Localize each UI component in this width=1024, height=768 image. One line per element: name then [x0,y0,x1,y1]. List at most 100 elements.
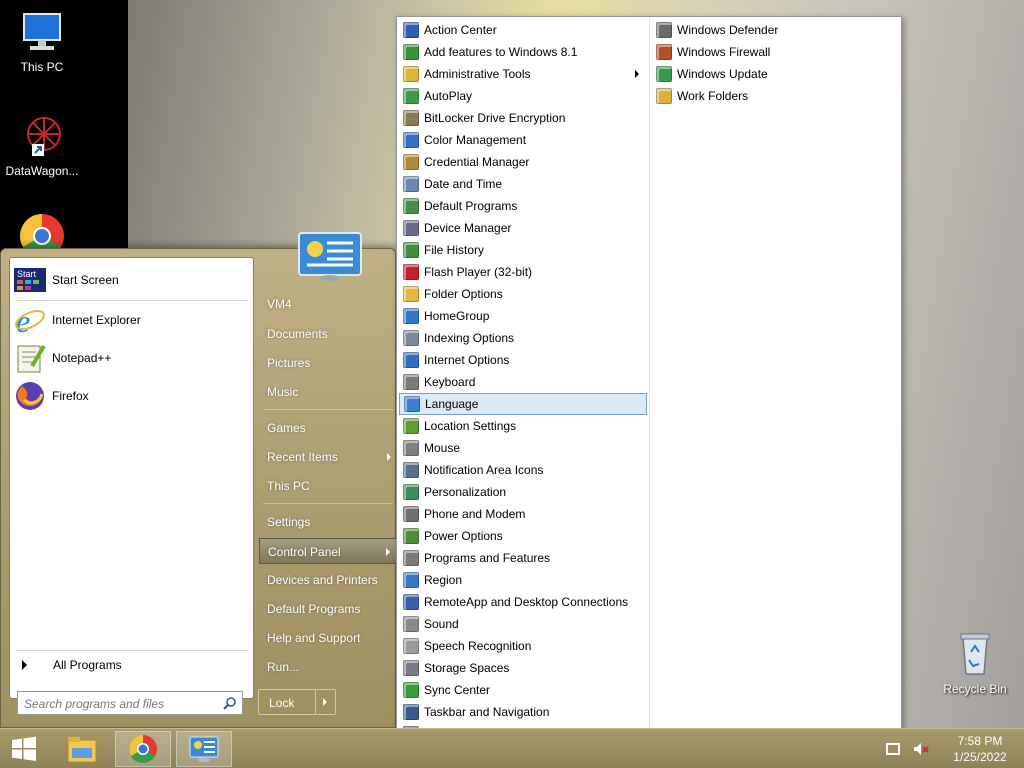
start-right-pictures[interactable]: Pictures [259,350,397,376]
cp-item-bitlocker-drive-encryption[interactable]: BitLocker Drive Encryption [399,107,647,129]
credential-manager-icon [403,154,419,170]
volume-muted-icon[interactable] [912,741,930,757]
cp-item-taskbar-and-navigation[interactable]: Taskbar and Navigation [399,701,647,723]
cp-item-file-history[interactable]: File History [399,239,647,261]
start-right-default-programs[interactable]: Default Programs [259,596,397,622]
cp-item-date-and-time[interactable]: Date and Time [399,173,647,195]
cp-item-default-programs[interactable]: Default Programs [399,195,647,217]
taskbar-file-explorer[interactable] [54,731,110,767]
desktop-icon-this-pc[interactable]: This PC [0,8,84,74]
cp-item-power-options[interactable]: Power Options [399,525,647,547]
right-item-label: Settings [267,515,311,529]
cp-item-credential-manager[interactable]: Credential Manager [399,151,647,173]
cp-item-flash-player-32-bit[interactable]: Flash Player (32-bit) [399,261,647,283]
cp-item-remoteapp-and-desktop-connections[interactable]: RemoteApp and Desktop Connections [399,591,647,613]
keyboard-icon [403,374,419,390]
region-icon [403,572,419,588]
cp-item-mouse[interactable]: Mouse [399,437,647,459]
cp-item-work-folders[interactable]: Work Folders [652,85,898,107]
search-programs-input[interactable]: Search programs and files [17,691,243,715]
desktop-icon-datawagon[interactable]: DataWagon... [0,112,84,178]
taskbar-chrome[interactable] [115,731,171,767]
start-right-music[interactable]: Music [259,379,397,405]
cp-item-sync-center[interactable]: Sync Center [399,679,647,701]
cp-item-personalization[interactable]: Personalization [399,481,647,503]
cp-item-programs-and-features[interactable]: Programs and Features [399,547,647,569]
cp-item-language[interactable]: Language [399,393,647,415]
right-item-label: Documents [267,327,328,341]
power-options-arrow-icon[interactable] [323,698,327,706]
power-options-icon [403,528,419,544]
search-icon[interactable] [223,697,236,710]
start-right-vm4[interactable]: VM4 [259,291,397,317]
cp-item-label: Taskbar and Navigation [424,705,550,719]
start-button[interactable] [0,731,48,767]
all-programs-label: All Programs [53,658,122,672]
cp-item-label: Device Manager [424,221,512,235]
start-right-games[interactable]: Games [259,415,397,441]
cp-item-device-manager[interactable]: Device Manager [399,217,647,239]
cp-item-administrative-tools[interactable]: Administrative Tools [399,63,647,85]
cp-item-label: Speech Recognition [424,639,532,653]
start-right-this-pc[interactable]: This PC [259,473,397,499]
cp-item-label: Power Options [424,529,503,543]
start-right-help-and-support[interactable]: Help and Support [259,625,397,651]
cp-item-internet-options[interactable]: Internet Options [399,349,647,371]
cp-item-windows-update[interactable]: Windows Update [652,63,898,85]
cp-item-indexing-options[interactable]: Indexing Options [399,327,647,349]
search-placeholder: Search programs and files [24,697,165,711]
datawagon-shortcut-icon [18,112,66,160]
cp-item-windows-firewall[interactable]: Windows Firewall [652,41,898,63]
indexing-options-icon [403,330,419,346]
start-right-control-panel[interactable]: Control Panel [259,538,397,564]
lock-button[interactable]: Lock [258,689,336,715]
pinned-notepad-plus-plus[interactable]: Notepad++ [14,340,249,376]
cp-item-speech-recognition[interactable]: Speech Recognition [399,635,647,657]
start-right-documents[interactable]: Documents [259,321,397,347]
cp-item-notification-area-icons[interactable]: Notification Area Icons [399,459,647,481]
start-right-devices-and-printers[interactable]: Devices and Printers [259,567,397,593]
cp-item-color-management[interactable]: Color Management [399,129,647,151]
all-programs-button[interactable]: All Programs [14,654,249,676]
cp-item-label: Default Programs [424,199,518,213]
color-management-icon [403,132,419,148]
cp-item-storage-spaces[interactable]: Storage Spaces [399,657,647,679]
cp-item-label: Sound [424,617,459,631]
cp-item-action-center[interactable]: Action Center [399,19,647,41]
pinned-start-screen[interactable]: Start Start Screen [14,262,249,298]
cp-item-label: Windows Firewall [677,45,771,59]
right-item-label: Default Programs [267,602,361,616]
cp-item-folder-options[interactable]: Folder Options [399,283,647,305]
cp-item-region[interactable]: Region [399,569,647,591]
cp-item-label: Action Center [424,23,497,37]
cp-item-add-features-to-windows-8-1[interactable]: Add features to Windows 8.1 [399,41,647,63]
desktop-icon-label: Recycle Bin [943,682,1007,696]
cp-item-label: Phone and Modem [424,507,526,521]
pinned-internet-explorer[interactable]: e Internet Explorer [14,302,249,339]
cp-item-sound[interactable]: Sound [399,613,647,635]
cp-item-homegroup[interactable]: HomeGroup [399,305,647,327]
cp-item-label: Sync Center [424,683,491,697]
cp-item-windows-defender[interactable]: Windows Defender [652,19,898,41]
right-item-label: Help and Support [267,631,361,645]
administrative-tools-icon [403,66,419,82]
cp-item-phone-and-modem[interactable]: Phone and Modem [399,503,647,525]
right-item-label: VM4 [267,297,292,311]
cp-item-location-settings[interactable]: Location Settings [399,415,647,437]
clock-date: 1/25/2022 [953,750,1007,764]
column-divider [649,19,650,767]
right-item-label: Control Panel [268,545,341,559]
desktop-icon-recycle-bin[interactable]: Recycle Bin [933,630,1017,696]
clock[interactable]: 7:58 PM 1/25/2022 [936,733,1024,765]
cp-item-autoplay[interactable]: AutoPlay [399,85,647,107]
pinned-firefox[interactable]: Firefox [14,378,249,414]
right-item-label: Music [267,385,299,399]
separator [16,300,248,301]
network-icon[interactable] [886,743,900,755]
start-right-run[interactable]: Run... [259,654,397,680]
taskbar-control-panel[interactable] [176,731,232,767]
svg-text:Start: Start [17,269,37,279]
cp-item-keyboard[interactable]: Keyboard [399,371,647,393]
start-right-settings[interactable]: Settings [259,509,397,535]
start-right-recent-items[interactable]: Recent Items [259,444,397,470]
